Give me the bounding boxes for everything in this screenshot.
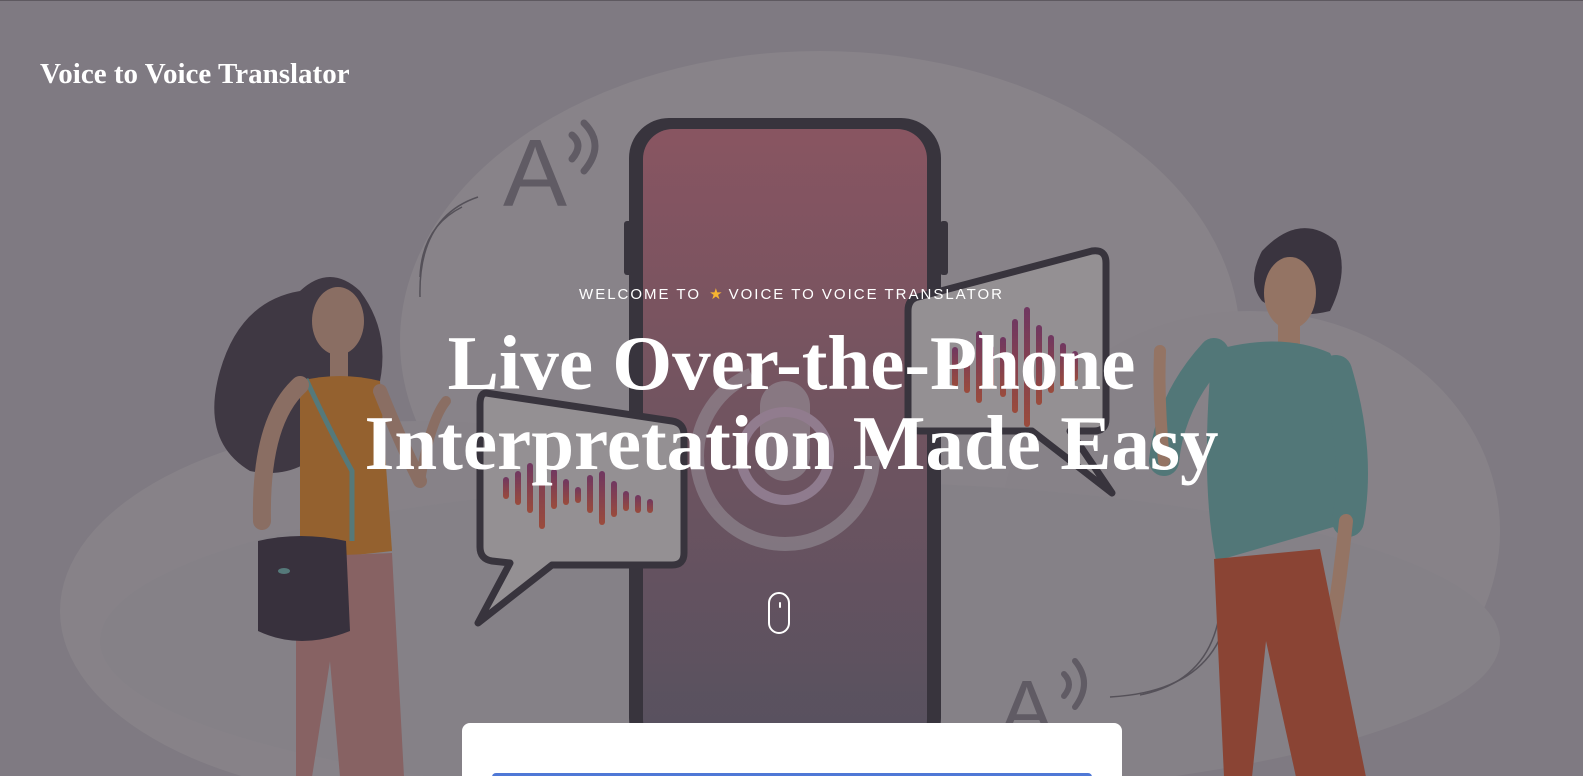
welcome-tagline: WELCOME TO ★ VOICE TO VOICE TRANSLATOR (0, 285, 1583, 303)
brand-logo[interactable]: Voice to Voice Translator (40, 57, 350, 92)
form-card (462, 723, 1122, 776)
headline-line-2: Interpretation Made Easy (364, 400, 1219, 486)
mouse-wheel (779, 602, 781, 608)
welcome-brand: VOICE TO VOICE TRANSLATOR (728, 286, 1004, 303)
welcome-prefix: WELCOME TO (579, 286, 701, 303)
headline-line-1: Live Over-the-Phone (447, 320, 1136, 406)
hero-section: A A Voice to Voice Translator WELCOME TO… (0, 0, 1583, 776)
hero-headline: Live Over-the-Phone Interpretation Made … (0, 323, 1583, 483)
mouse-scroll-icon[interactable] (768, 592, 790, 634)
star-icon: ★ (709, 286, 725, 303)
